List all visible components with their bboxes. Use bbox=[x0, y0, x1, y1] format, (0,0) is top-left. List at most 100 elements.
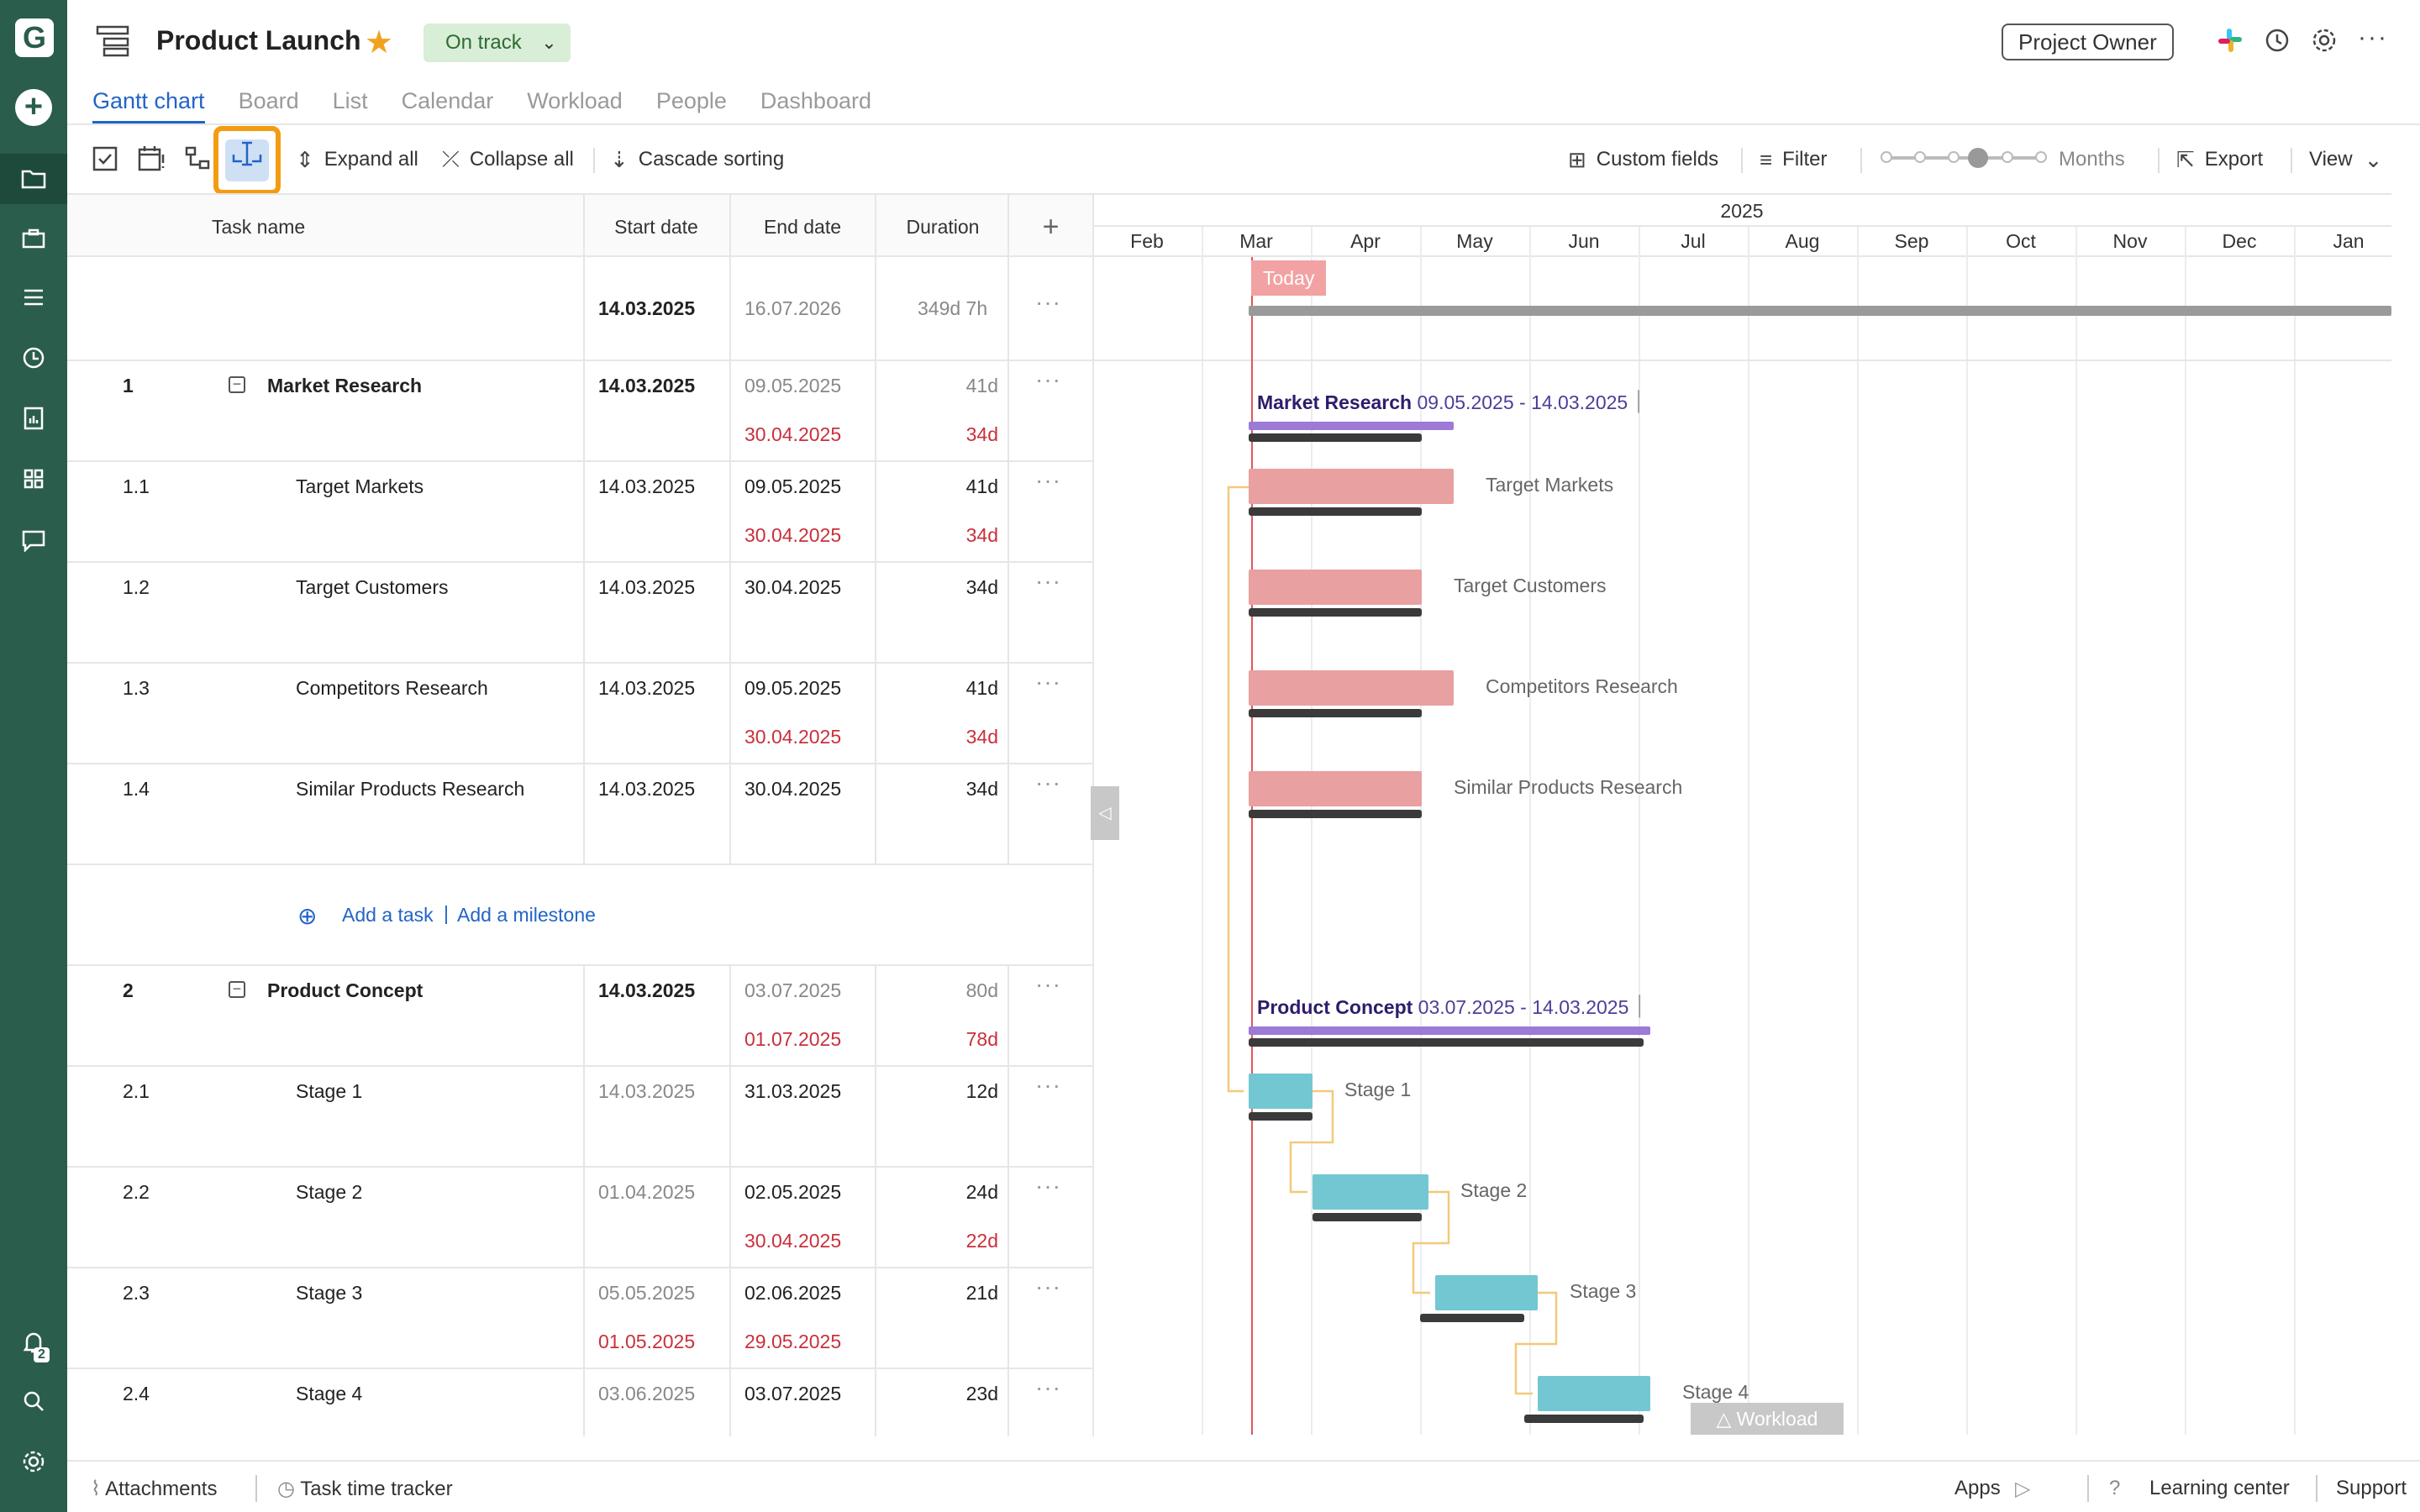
row-more-icon[interactable]: ··· bbox=[1035, 289, 1061, 316]
task-name[interactable]: Target Customers bbox=[296, 576, 449, 599]
collapse-grid-arrow-icon[interactable]: ◁ bbox=[1091, 786, 1119, 840]
view-dropdown[interactable]: View ⌄ bbox=[2309, 141, 2392, 178]
task-duration[interactable]: 41d bbox=[958, 677, 998, 700]
task-start-date[interactable]: 14.03.2025 bbox=[598, 475, 695, 498]
task-row-group[interactable]: 2 − Product Concept 14.03.2025 03.07.202… bbox=[67, 966, 1092, 1067]
task-start-date[interactable]: 14.03.2025 bbox=[598, 979, 695, 1002]
project-summary-row[interactable]: 14.03.2025 16.07.2026 349d 7h ··· bbox=[67, 257, 1092, 361]
task-start-date[interactable]: 05.05.2025 bbox=[598, 1282, 695, 1305]
zoom-step-days[interactable] bbox=[1881, 151, 1892, 163]
task-duration[interactable]: 23d bbox=[958, 1383, 998, 1405]
zoom-step-weeks-2[interactable] bbox=[1948, 151, 1960, 163]
task-name[interactable]: Stage 2 bbox=[296, 1181, 362, 1204]
add-task-link[interactable]: Add a task bbox=[342, 904, 434, 927]
cascade-sorting-button[interactable]: ⇣ Cascade sorting bbox=[610, 141, 784, 178]
task-end-date[interactable]: 02.06.2025 bbox=[744, 1282, 841, 1305]
chat-icon[interactable] bbox=[0, 516, 67, 566]
portfolio-briefcase-icon[interactable] bbox=[0, 213, 67, 264]
collapse-all-button[interactable]: ⤫ Collapse all bbox=[442, 141, 574, 178]
learning-center-link[interactable]: Learning center bbox=[2149, 1477, 2290, 1500]
task-name[interactable]: Competitors Research bbox=[296, 677, 488, 700]
task-duration[interactable]: 24d bbox=[958, 1181, 998, 1204]
task-row[interactable]: 1.1 Target Markets 14.03.2025 09.05.2025… bbox=[67, 462, 1092, 563]
tab-dashboard[interactable]: Dashboard bbox=[760, 84, 871, 124]
task-start-date[interactable]: 14.03.2025 bbox=[598, 576, 695, 599]
task-row[interactable]: 1.2 Target Customers 14.03.2025 30.04.20… bbox=[67, 563, 1092, 664]
task-duration[interactable]: 34d bbox=[958, 576, 998, 599]
row-more-icon[interactable]: ··· bbox=[1035, 1173, 1061, 1200]
zoom-step-weeks[interactable] bbox=[1914, 151, 1926, 163]
task-duration[interactable]: 41d bbox=[958, 475, 998, 498]
task-end-date[interactable]: 03.07.2025 bbox=[744, 1383, 841, 1405]
help-circle-icon[interactable]: ? bbox=[2109, 1477, 2120, 1500]
zoom-step-years[interactable] bbox=[2035, 151, 2047, 163]
history-icon[interactable] bbox=[2264, 27, 2291, 58]
task-end-date[interactable]: 09.05.2025 bbox=[744, 677, 841, 700]
task-name[interactable]: Stage 4 bbox=[296, 1383, 362, 1405]
task-duration[interactable]: 21d bbox=[958, 1282, 998, 1305]
row-more-icon[interactable]: ··· bbox=[1035, 669, 1061, 696]
tab-people[interactable]: People bbox=[656, 84, 727, 124]
task-start-date[interactable]: 14.03.2025 bbox=[598, 677, 695, 700]
task-duration[interactable]: 12d bbox=[958, 1080, 998, 1103]
row-more-icon[interactable]: ··· bbox=[1035, 568, 1061, 595]
row-more-icon[interactable]: ··· bbox=[1035, 366, 1061, 393]
project-owner-button[interactable]: Project Owner bbox=[2002, 24, 2174, 60]
tab-gantt-chart[interactable]: Gantt chart bbox=[92, 84, 205, 124]
task-duration[interactable]: 34d bbox=[958, 778, 998, 801]
task-row-group[interactable]: 1 − Market Research 14.03.2025 09.05.202… bbox=[67, 361, 1092, 462]
add-task-plus-icon[interactable]: ⊕ bbox=[297, 902, 317, 930]
task-start-date[interactable]: 14.03.2025 bbox=[598, 1080, 695, 1103]
export-button[interactable]: ⇱ Export bbox=[2176, 141, 2263, 178]
grid-apps-icon[interactable] bbox=[0, 454, 67, 504]
task-start-date[interactable]: 03.06.2025 bbox=[598, 1383, 695, 1405]
col-duration[interactable]: Duration bbox=[876, 195, 1009, 259]
zoom-slider[interactable] bbox=[1881, 148, 2047, 168]
slack-icon[interactable] bbox=[2217, 27, 2244, 58]
col-start-date[interactable]: Start date bbox=[584, 195, 729, 259]
tab-calendar[interactable]: Calendar bbox=[402, 84, 494, 124]
collapse-group-icon[interactable]: − bbox=[229, 981, 245, 998]
task-end-date[interactable]: 03.07.2025 bbox=[744, 979, 841, 1002]
list-icon[interactable] bbox=[0, 272, 67, 323]
task-end-date[interactable]: 02.05.2025 bbox=[744, 1181, 841, 1204]
row-more-icon[interactable]: ··· bbox=[1035, 1374, 1061, 1401]
task-end-date[interactable]: 09.05.2025 bbox=[744, 475, 841, 498]
row-more-icon[interactable]: ··· bbox=[1035, 1273, 1061, 1300]
clock-icon[interactable] bbox=[0, 333, 67, 383]
task-row[interactable]: 2.1 Stage 1 14.03.2025 31.03.2025 12d ··… bbox=[67, 1067, 1092, 1168]
project-title[interactable]: Product Launch bbox=[156, 25, 361, 56]
zoom-step-quarters[interactable] bbox=[2002, 151, 2013, 163]
task-end-date[interactable]: 30.04.2025 bbox=[744, 778, 841, 801]
filter-button[interactable]: ≡ Filter bbox=[1760, 141, 1828, 178]
task-name[interactable]: Stage 3 bbox=[296, 1282, 362, 1305]
task-name[interactable]: Stage 1 bbox=[296, 1080, 362, 1103]
attachments-button[interactable]: ⌇ Attachments bbox=[91, 1477, 217, 1501]
collapse-group-icon[interactable]: − bbox=[229, 376, 245, 393]
add-milestone-link[interactable]: Add a milestone bbox=[457, 904, 596, 927]
apps-label[interactable]: Apps bbox=[1954, 1477, 2001, 1500]
task-start-date[interactable]: 14.03.2025 bbox=[598, 778, 695, 801]
task-name[interactable]: Product Concept bbox=[267, 979, 423, 1002]
task-row[interactable]: 1.3 Competitors Research 14.03.2025 09.0… bbox=[67, 664, 1092, 764]
task-row[interactable]: 2.4 Stage 4 03.06.2025 03.07.2025 23d ··… bbox=[67, 1369, 1092, 1436]
row-more-icon[interactable]: ··· bbox=[1035, 1072, 1061, 1099]
task-start-date[interactable]: 14.03.2025 bbox=[598, 375, 695, 397]
col-task-name[interactable]: Task name bbox=[143, 195, 504, 259]
task-end-date[interactable]: 30.04.2025 bbox=[744, 576, 841, 599]
ganttpro-logo[interactable]: G bbox=[15, 18, 54, 57]
google-play-icon[interactable]: ▷ bbox=[2015, 1477, 2030, 1501]
settings-gear-icon[interactable] bbox=[0, 1436, 67, 1487]
add-column-plus-icon[interactable]: + bbox=[1009, 195, 1092, 259]
row-more-icon[interactable]: ··· bbox=[1035, 769, 1061, 796]
projects-folder-icon[interactable] bbox=[0, 154, 67, 204]
task-name[interactable]: Market Research bbox=[267, 375, 422, 397]
task-duration[interactable]: 41d bbox=[958, 375, 998, 397]
task-name[interactable]: Target Markets bbox=[296, 475, 424, 498]
task-row[interactable]: 2.2 Stage 2 01.04.2025 02.05.2025 24d 30… bbox=[67, 1168, 1092, 1268]
task-start-date[interactable]: 01.04.2025 bbox=[598, 1181, 695, 1204]
task-duration[interactable]: 80d bbox=[958, 979, 998, 1002]
baseline-toggle-button[interactable] bbox=[225, 139, 269, 181]
custom-fields-button[interactable]: ⊞ Custom fields bbox=[1568, 141, 1718, 178]
reports-icon[interactable] bbox=[0, 393, 67, 444]
